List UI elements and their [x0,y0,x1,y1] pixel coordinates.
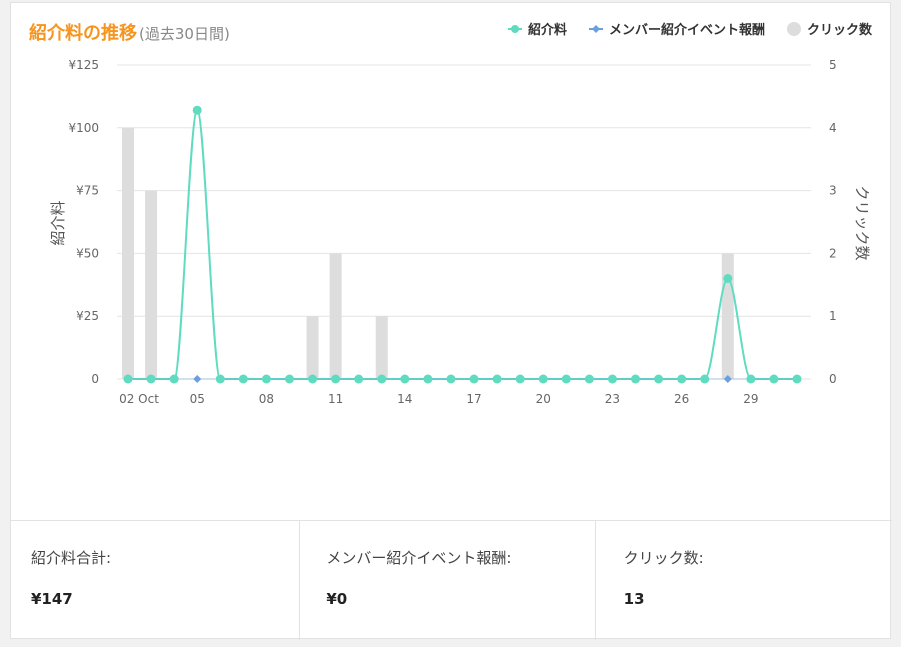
referral-fee-point [261,374,271,384]
stat-value: 13 [623,590,645,608]
x-tick-label: 14 [397,392,412,406]
y-right-tick-label: 1 [829,309,837,323]
series-markers [123,105,802,384]
referral-fee-point [538,374,548,384]
stat-member-event: メンバー紹介イベント報酬: ¥0 [300,521,596,640]
referral-fee-point [654,374,664,384]
y-left-tick-label: 0 [91,372,99,386]
referral-panel: 紹介料の推移 (過去30日間) 紹介料 メンバー紹介イベント報酬 クリック数 ¥… [10,2,892,640]
y-right-tick-label: 3 [829,184,837,198]
stat-label: メンバー紹介イベント報酬: [326,549,512,567]
referral-fee-point [515,374,525,384]
referral-fee-point [446,374,456,384]
y-axis-left-ticks: ¥125 ¥100 ¥75 ¥50 ¥25 0 [68,58,99,386]
referral-fee-point [169,374,179,384]
y-left-tick-label: ¥50 [76,246,99,260]
y-axis-right-label: クリック数 [853,185,871,260]
chart-area: 紹介料の推移 (過去30日間) 紹介料 メンバー紹介イベント報酬 クリック数 ¥… [11,3,892,521]
click-bar [329,253,342,379]
x-tick-label: 05 [190,392,205,406]
referral-fee-point [331,374,341,384]
referral-fee-point [215,374,225,384]
member-event-point [193,375,202,383]
y-right-tick-label: 2 [829,246,837,260]
referral-fee-point [354,374,364,384]
stats-row: 紹介料合計: ¥147 メンバー紹介イベント報酬: ¥0 クリック数: 13 [11,521,892,640]
referral-fee-point [377,374,387,384]
referral-fee-point [746,374,756,384]
referral-fee-point [561,374,571,384]
grid-lines [117,64,811,380]
y-right-tick-label: 4 [829,121,837,135]
click-bar [721,253,734,379]
x-tick-label: 23 [605,392,620,406]
series-lines [128,109,797,380]
y-left-tick-label: ¥25 [76,309,99,323]
y-left-tick-label: ¥75 [76,184,99,198]
referral-fee-point [792,374,802,384]
referral-fee-point [492,374,502,384]
stat-value: ¥0 [326,590,348,608]
referral-fee-point [631,374,641,384]
referral-fee-point [308,374,318,384]
click-bar [122,127,134,379]
y-left-tick-label: ¥125 [68,58,99,72]
referral-fee-point [700,374,710,384]
referral-fee-point [607,374,617,384]
referral-fee-point [677,374,687,384]
x-axis-ticks: 02 Oct 05 08 11 14 17 20 23 26 29 [119,392,758,406]
referral-fee-point [723,274,733,284]
x-tick-label: 29 [743,392,758,406]
stat-value: ¥147 [31,590,73,608]
x-tick-label: 17 [466,392,481,406]
referral-fee-point [284,374,294,384]
click-bar [145,190,158,379]
referral-chart: ¥125 ¥100 ¥75 ¥50 ¥25 0 5 4 3 2 1 0 02 Oct 05 08 11 14… [49,58,871,406]
referral-fee-point [123,374,133,384]
referral-fee-point [769,374,779,384]
referral-fee-line [128,109,797,380]
referral-fee-point [423,374,433,384]
stat-label: クリック数: [623,549,704,567]
referral-fee-point [238,374,248,384]
stat-total-fee: 紹介料合計: ¥147 [11,521,301,640]
x-tick-label: 20 [536,392,551,406]
stat-clicks: クリック数: 13 [596,521,892,640]
y-right-tick-label: 0 [829,372,837,386]
y-right-tick-label: 5 [829,58,837,72]
referral-fee-point [400,374,410,384]
y-axis-left-label: 紹介料 [49,200,67,245]
x-tick-label: 11 [328,392,343,406]
y-left-tick-label: ¥100 [68,121,99,135]
stat-label: 紹介料合計: [31,549,112,567]
click-bar [306,316,319,379]
referral-fee-point [192,105,202,115]
y-axis-right-ticks: 5 4 3 2 1 0 [829,58,837,386]
referral-fee-point [584,374,594,384]
referral-fee-point [146,374,156,384]
x-tick-label: 26 [674,392,689,406]
x-tick-label: 02 Oct [119,392,159,406]
x-tick-label: 08 [259,392,274,406]
referral-fee-point [469,374,479,384]
click-bar [375,316,388,379]
